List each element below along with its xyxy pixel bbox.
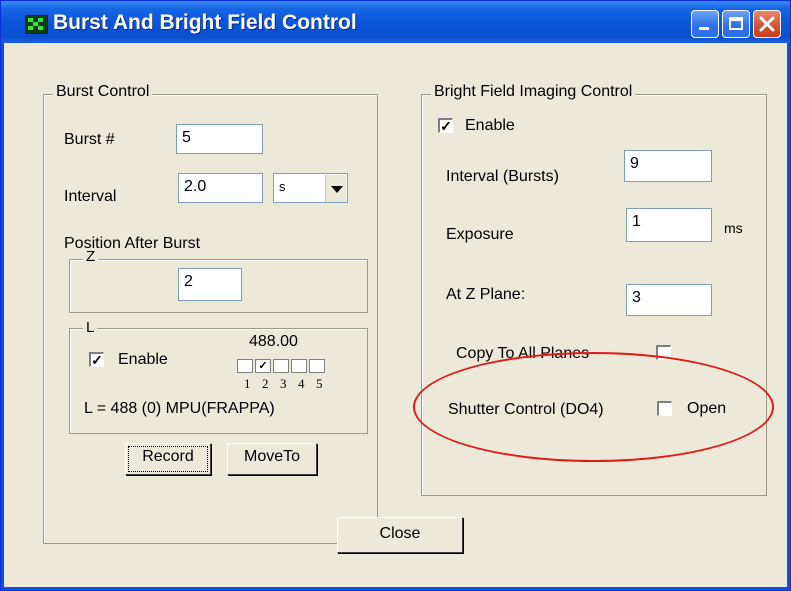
dialog-window: Burst And Bright Field Control Burst Con… — [0, 0, 791, 591]
burst-interval-input[interactable]: 2.0 — [178, 173, 263, 203]
record-button[interactable]: Record — [125, 443, 211, 475]
maximize-button[interactable] — [722, 10, 750, 38]
dialog-client-area: Burst Control Burst # 5 Interval 2.0 s P… — [4, 43, 787, 587]
l-enable-checkbox[interactable]: ✓ — [89, 352, 104, 367]
l-slot-number-1: 1 — [244, 376, 251, 391]
burst-interval-label: Interval — [64, 188, 117, 205]
l-value-readout: 488.00 — [249, 333, 298, 350]
burst-count-input[interactable]: 5 — [176, 124, 263, 154]
l-slot-number-3: 3 — [280, 376, 287, 391]
title-bar[interactable]: Burst And Bright Field Control — [1, 1, 790, 43]
minimize-icon — [699, 27, 709, 30]
close-window-button[interactable] — [753, 10, 781, 38]
app-icon — [25, 15, 48, 34]
z-plane-input[interactable]: 3 — [626, 284, 712, 316]
bright-field-enable-checkbox[interactable]: ✓ — [438, 118, 453, 133]
l-slot-number-5: 5 — [316, 376, 323, 391]
l-label: L — [83, 319, 98, 336]
highlight-ellipse — [413, 352, 774, 462]
exposure-input[interactable]: 1 — [626, 208, 712, 242]
exposure-unit-label: ms — [724, 220, 743, 236]
z-position-input[interactable]: 2 — [178, 268, 242, 301]
minimize-button[interactable] — [691, 10, 719, 38]
l-slot-number-4: 4 — [298, 376, 305, 391]
window-title: Burst And Bright Field Control — [53, 11, 357, 34]
l-enable-label: Enable — [118, 351, 168, 368]
close-icon — [759, 16, 775, 32]
bf-interval-input[interactable]: 9 — [624, 150, 712, 182]
check-icon: ✓ — [440, 118, 452, 134]
chevron-down-icon[interactable] — [325, 175, 346, 202]
l-slot-number-2: 2 — [262, 376, 269, 391]
burst-count-label: Burst # — [64, 131, 115, 148]
z-plane-label: At Z Plane: — [446, 286, 526, 303]
l-slot-3-checkbox[interactable] — [273, 359, 289, 373]
close-button[interactable]: Close — [337, 517, 463, 553]
exposure-label: Exposure — [446, 226, 514, 243]
maximize-icon — [729, 17, 743, 30]
bright-field-enable-label: Enable — [465, 117, 515, 134]
check-icon: ✓ — [258, 360, 268, 372]
interval-unit-value: s — [279, 179, 286, 194]
burst-control-label: Burst Control — [53, 83, 153, 101]
l-group — [69, 328, 368, 434]
moveto-button[interactable]: MoveTo — [227, 443, 317, 475]
bright-field-label: Bright Field Imaging Control — [431, 83, 636, 101]
z-label: Z — [83, 248, 99, 265]
l-summary-text: L = 488 (0) MPU(FRAPPA) — [84, 400, 275, 417]
l-slot-5-checkbox[interactable] — [309, 359, 325, 373]
l-slot-4-checkbox[interactable] — [291, 359, 307, 373]
bf-interval-label: Interval (Bursts) — [446, 168, 559, 185]
l-slot-1-checkbox[interactable] — [237, 359, 253, 373]
check-icon: ✓ — [91, 352, 103, 368]
l-slot-2-checkbox[interactable]: ✓ — [255, 359, 271, 373]
interval-unit-select[interactable]: s — [273, 173, 348, 203]
